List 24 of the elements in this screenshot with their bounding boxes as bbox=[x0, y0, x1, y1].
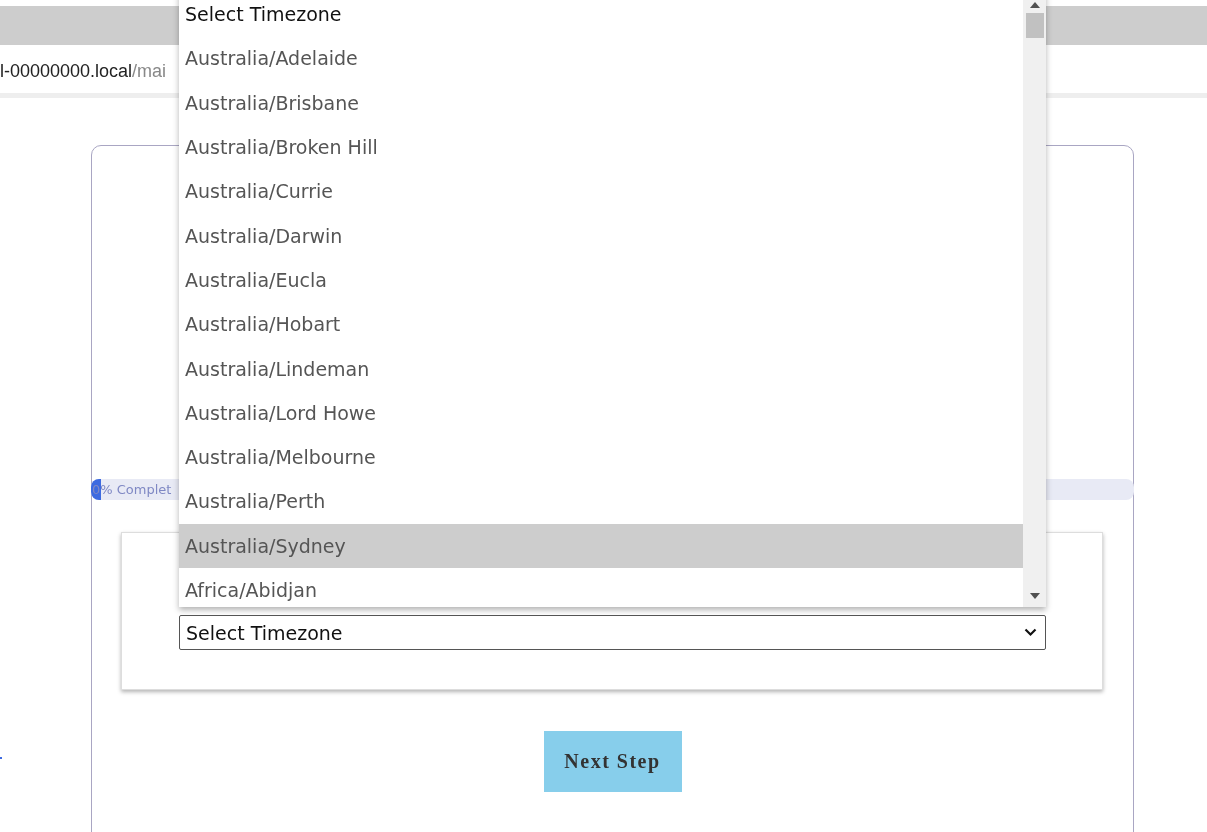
scroll-up-icon[interactable] bbox=[1029, 2, 1040, 8]
scroll-down-icon[interactable] bbox=[1029, 593, 1040, 599]
timezone-option[interactable]: Australia/Adelaide bbox=[179, 36, 1023, 81]
timezone-option[interactable]: Australia/Sydney bbox=[179, 523, 1023, 568]
url-path: /mai bbox=[132, 61, 167, 82]
chevron-down-icon bbox=[1024, 628, 1037, 637]
timezone-option[interactable]: Select Timezone bbox=[179, 0, 1023, 37]
timezone-option[interactable]: Australia/Currie bbox=[179, 169, 1023, 214]
timezone-option[interactable]: Australia/Perth bbox=[179, 479, 1023, 524]
timezone-option[interactable]: Australia/Hobart bbox=[179, 302, 1023, 347]
timezone-option[interactable]: Australia/Lord Howe bbox=[179, 390, 1023, 435]
timezone-option[interactable]: Australia/Broken Hill bbox=[179, 124, 1023, 170]
timezone-option[interactable]: Australia/Eucla bbox=[179, 257, 1023, 303]
timezone-option[interactable]: Australia/Brisbane bbox=[179, 80, 1023, 125]
scrollbar[interactable] bbox=[1023, 0, 1046, 607]
scrollbar-thumb[interactable] bbox=[1025, 13, 1044, 38]
timezone-option[interactable]: Australia/Darwin bbox=[179, 213, 1023, 258]
timezone-option[interactable]: Australia/Lindeman bbox=[179, 346, 1023, 391]
next-step-button[interactable]: Next Step bbox=[543, 731, 682, 792]
edge-mark bbox=[0, 757, 2, 759]
timezone-option[interactable]: Australia/Melbourne bbox=[179, 434, 1023, 480]
url-host: l-00000000.local bbox=[0, 61, 133, 82]
timezone-select[interactable]: Select Timezone bbox=[179, 615, 1046, 650]
timezone-option[interactable]: Africa/Abidjan bbox=[179, 567, 1023, 613]
